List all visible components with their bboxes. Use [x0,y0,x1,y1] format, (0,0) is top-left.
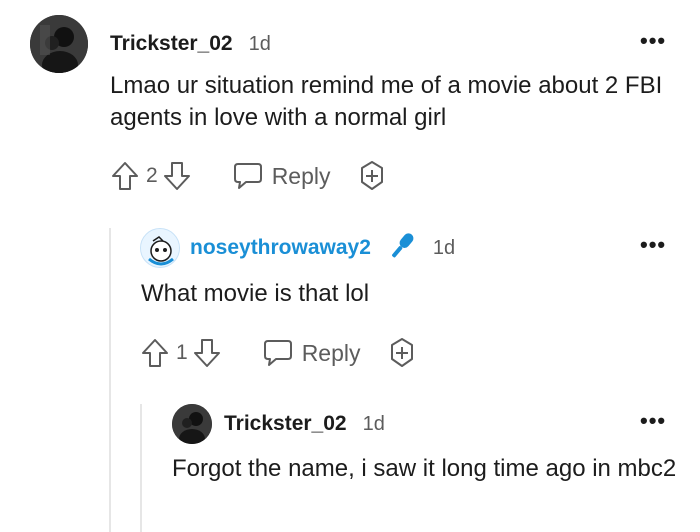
comment-actions: 2 Reply [110,158,389,194]
timestamp: 1d [248,32,271,55]
upvote-arrow-icon[interactable] [110,160,140,192]
username[interactable]: Trickster_02 [224,412,347,436]
user-avatar[interactable] [172,404,212,444]
more-options-icon[interactable]: ••• [640,234,666,256]
thread-line-level-1[interactable] [109,228,111,532]
award-plus-icon[interactable] [355,159,389,193]
downvote-arrow-icon[interactable] [192,337,222,369]
more-options-icon[interactable]: ••• [640,410,666,432]
award-plus-icon[interactable] [385,336,419,370]
reply-bubble-icon [262,338,294,368]
reply-label: Reply [301,339,361,366]
vote-count: 1 [176,341,188,364]
comment-body: What movie is that lol [141,280,370,307]
microphone-icon [385,229,419,268]
username[interactable]: Trickster_02 [110,32,233,56]
upvote-arrow-icon[interactable] [140,337,170,369]
vote-count: 2 [146,164,158,187]
timestamp: 1d [362,412,385,435]
reply-button[interactable]: Reply [262,338,361,368]
reply-button[interactable]: Reply [232,161,331,191]
timestamp: 1d [432,236,456,259]
user-avatar[interactable] [140,228,180,268]
comment-header: noseythrowaway2 1d [140,228,455,268]
username[interactable]: noseythrowaway2 [190,236,371,260]
reply-label: Reply [271,162,331,189]
thread-line-level-2[interactable] [140,404,142,532]
user-avatar[interactable] [30,15,88,73]
comment-body: Forgot the name, i saw it long time ago … [172,455,677,482]
more-options-icon[interactable]: ••• [640,30,666,52]
comment-body: Lmao ur situation remind me of a movie a… [110,72,663,132]
comment-actions: 1 Reply [140,335,419,371]
comment-header: Trickster_02 1d [30,14,271,74]
downvote-arrow-icon[interactable] [162,160,192,192]
comment-header: Trickster_02 1d [172,404,385,444]
reply-bubble-icon [232,161,264,191]
